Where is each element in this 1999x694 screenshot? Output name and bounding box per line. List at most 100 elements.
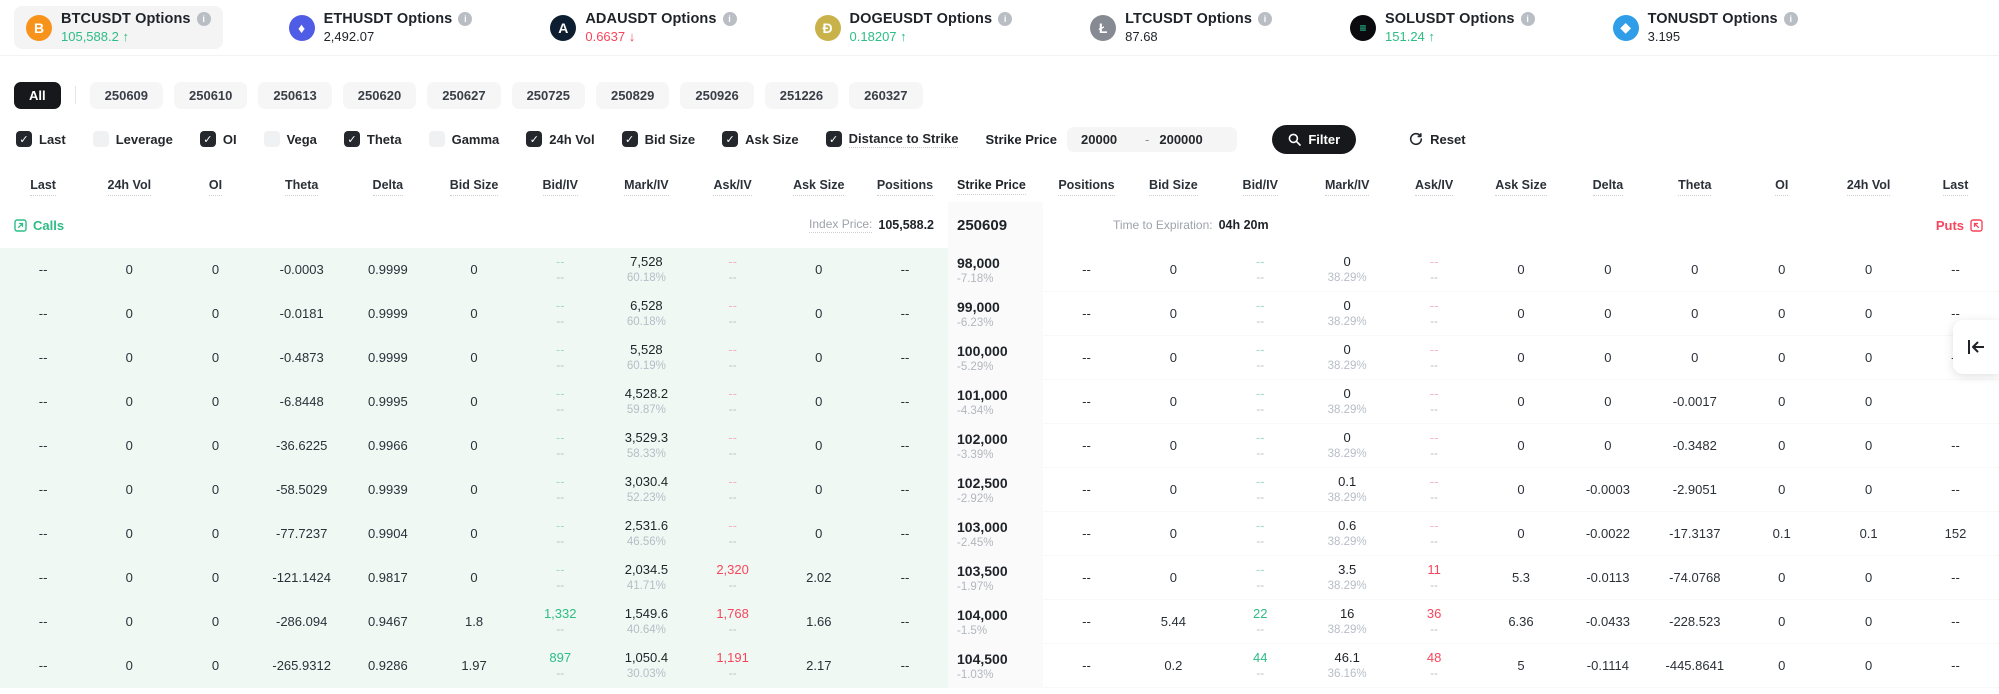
info-icon[interactable]: i <box>197 12 211 26</box>
info-icon[interactable]: i <box>723 12 737 26</box>
ticker-item[interactable]: Ð DOGEUSDT Options i 0.18207 ↑ <box>803 6 1025 49</box>
put-mark-iv-cell[interactable]: 038.29% <box>1304 336 1391 379</box>
column-toggle-checkbox[interactable]: ✓ OI <box>200 131 237 147</box>
put-mark-iv-cell[interactable]: 038.29% <box>1304 292 1391 335</box>
put-mark-iv-cell[interactable]: 0.138.29% <box>1304 468 1391 511</box>
column-toggle-checkbox[interactable]: ✓ Ask Size <box>722 131 798 147</box>
expiry-tab-250610[interactable]: 250610 <box>174 82 247 109</box>
call-bid-iv-cell[interactable]: 1,332-- <box>517 600 603 644</box>
call-ask-iv-cell[interactable]: ---- <box>690 512 776 556</box>
put-ask-iv-cell[interactable]: ---- <box>1391 336 1478 379</box>
call-mark-iv-cell[interactable]: 6,52860.18% <box>603 292 689 336</box>
expiry-tab-250627[interactable]: 250627 <box>427 82 500 109</box>
put-ask-iv-cell[interactable]: ---- <box>1391 292 1478 335</box>
info-icon[interactable]: i <box>458 12 472 26</box>
expiry-tab-260327[interactable]: 260327 <box>849 82 922 109</box>
call-bid-iv-cell[interactable]: ---- <box>517 380 603 424</box>
put-ask-iv-cell[interactable]: 48-- <box>1391 644 1478 687</box>
call-ask-iv-cell[interactable]: ---- <box>690 424 776 468</box>
expiry-tab-250613[interactable]: 250613 <box>258 82 331 109</box>
call-ask-iv-cell[interactable]: 2,320-- <box>690 556 776 600</box>
put-ask-iv-cell[interactable]: ---- <box>1391 248 1478 291</box>
call-mark-iv-cell[interactable]: 1,050.430.03% <box>603 644 689 688</box>
ticker-item[interactable]: ♦ ETHUSDT Options i 2,492.07 <box>277 6 485 49</box>
call-ask-iv-cell[interactable]: ---- <box>690 468 776 512</box>
call-bid-iv-cell[interactable]: ---- <box>517 424 603 468</box>
expiry-tab-250926[interactable]: 250926 <box>680 82 753 109</box>
call-mark-iv-cell[interactable]: 2,531.646.56% <box>603 512 689 556</box>
put-ask-iv-cell[interactable]: 11-- <box>1391 556 1478 599</box>
filter-button[interactable]: Filter <box>1272 125 1356 154</box>
put-bid-iv-cell[interactable]: ---- <box>1217 424 1304 467</box>
column-toggle-checkbox[interactable]: ✓ Last <box>16 131 66 147</box>
column-toggle-checkbox[interactable]: ✓ Bid Size <box>622 131 696 147</box>
expiry-tab-250725[interactable]: 250725 <box>512 82 585 109</box>
info-icon[interactable]: i <box>1784 12 1798 26</box>
call-ask-iv-cell[interactable]: ---- <box>690 292 776 336</box>
info-icon[interactable]: i <box>1258 12 1272 26</box>
call-ask-iv-cell[interactable]: ---- <box>690 336 776 380</box>
put-bid-iv-cell[interactable]: ---- <box>1217 292 1304 335</box>
put-bid-iv-cell[interactable]: ---- <box>1217 512 1304 555</box>
call-bid-iv-cell[interactable]: ---- <box>517 512 603 556</box>
strike-min-input[interactable] <box>1081 132 1135 147</box>
put-bid-iv-cell[interactable]: ---- <box>1217 336 1304 379</box>
call-bid-iv-cell[interactable]: 897-- <box>517 644 603 688</box>
call-mark-iv-cell[interactable]: 2,034.541.71% <box>603 556 689 600</box>
column-toggle-checkbox[interactable]: ✓ 24h Vol <box>526 131 594 147</box>
call-mark-iv-cell[interactable]: 3,529.358.33% <box>603 424 689 468</box>
collapse-panel-button[interactable] <box>1953 320 1999 374</box>
put-mark-iv-cell[interactable]: 038.29% <box>1304 248 1391 291</box>
expiry-tab-251226[interactable]: 251226 <box>765 82 838 109</box>
ticker-item[interactable]: B BTCUSDT Options i 105,588.2 ↑ <box>14 6 223 49</box>
put-ask-iv-cell[interactable]: ---- <box>1391 468 1478 511</box>
expiry-tab-250620[interactable]: 250620 <box>343 82 416 109</box>
put-mark-iv-cell[interactable]: 46.136.16% <box>1304 644 1391 687</box>
call-bid-iv-cell[interactable]: ---- <box>517 556 603 600</box>
info-icon[interactable]: i <box>998 12 1012 26</box>
column-toggle-checkbox[interactable]: Vega <box>264 131 317 147</box>
put-bid-iv-cell[interactable]: ---- <box>1217 248 1304 291</box>
call-ask-iv-cell[interactable]: 1,191-- <box>690 644 776 688</box>
call-ask-iv-cell[interactable]: 1,768-- <box>690 600 776 644</box>
put-mark-iv-cell[interactable]: 0.638.29% <box>1304 512 1391 555</box>
reset-button[interactable]: Reset <box>1409 132 1465 147</box>
expiry-tab-all[interactable]: All <box>14 82 61 109</box>
call-mark-iv-cell[interactable]: 4,528.259.87% <box>603 380 689 424</box>
column-toggle-checkbox[interactable]: Leverage <box>93 131 173 147</box>
call-mark-iv-cell[interactable]: 1,549.640.64% <box>603 600 689 644</box>
column-toggle-checkbox[interactable]: ✓ Distance to Strike <box>826 131 959 148</box>
call-bid-iv-cell[interactable]: ---- <box>517 468 603 512</box>
put-bid-iv-cell[interactable]: ---- <box>1217 468 1304 511</box>
put-bid-iv-cell[interactable]: 22-- <box>1217 600 1304 643</box>
info-icon[interactable]: i <box>1521 12 1535 26</box>
put-bid-iv-cell[interactable]: ---- <box>1217 556 1304 599</box>
ticker-item[interactable]: ≡ SOLUSDT Options i 151.24 ↑ <box>1338 6 1547 49</box>
put-ask-iv-cell[interactable]: ---- <box>1391 424 1478 467</box>
column-toggle-checkbox[interactable]: Gamma <box>429 131 500 147</box>
call-mark-iv-cell[interactable]: 7,52860.18% <box>603 248 689 292</box>
column-toggle-checkbox[interactable]: ✓ Theta <box>344 131 402 147</box>
put-mark-iv-cell[interactable]: 3.538.29% <box>1304 556 1391 599</box>
call-mark-iv-cell[interactable]: 3,030.452.23% <box>603 468 689 512</box>
expiry-tab-250829[interactable]: 250829 <box>596 82 669 109</box>
put-ask-iv-cell[interactable]: ---- <box>1391 380 1478 423</box>
put-bid-iv-cell[interactable]: 44-- <box>1217 644 1304 687</box>
call-ask-iv-cell[interactable]: ---- <box>690 248 776 292</box>
ticker-item[interactable]: A ADAUSDT Options i 0.6637 ↓ <box>538 6 748 49</box>
strike-max-input[interactable] <box>1159 132 1223 147</box>
put-ask-iv-cell[interactable]: ---- <box>1391 512 1478 555</box>
call-bid-iv-cell[interactable]: ---- <box>517 248 603 292</box>
call-ask-iv-cell[interactable]: ---- <box>690 380 776 424</box>
put-mark-iv-cell[interactable]: 038.29% <box>1304 380 1391 423</box>
expiry-tab-250609[interactable]: 250609 <box>90 82 163 109</box>
put-mark-iv-cell[interactable]: 038.29% <box>1304 424 1391 467</box>
call-mark-iv-cell[interactable]: 5,52860.19% <box>603 336 689 380</box>
ticker-item[interactable]: Ł LTCUSDT Options i 87.68 <box>1078 6 1284 49</box>
put-bid-iv-cell[interactable]: ---- <box>1217 380 1304 423</box>
put-ask-iv-cell[interactable]: 36-- <box>1391 600 1478 643</box>
call-bid-iv-cell[interactable]: ---- <box>517 336 603 380</box>
ticker-item[interactable]: ◆ TONUSDT Options i 3.195 <box>1601 6 1810 49</box>
put-mark-iv-cell[interactable]: 1638.29% <box>1304 600 1391 643</box>
call-bid-iv-cell[interactable]: ---- <box>517 292 603 336</box>
